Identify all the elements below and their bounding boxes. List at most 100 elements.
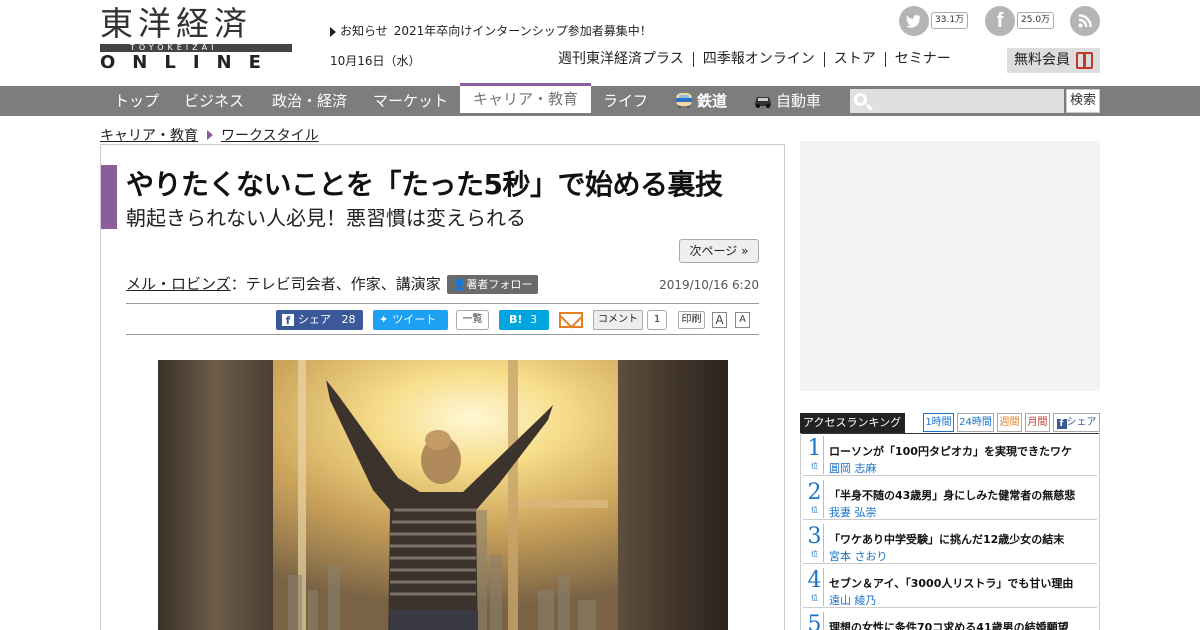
comment-button[interactable]: コメント [593, 310, 643, 330]
search-icon [854, 93, 867, 106]
font-size-small-button[interactable]: A [735, 312, 750, 328]
breadcrumb-career-education[interactable]: キャリア・教育 [100, 128, 198, 144]
logo-romaji: TOYOKEIZAI [130, 43, 218, 52]
nav-business[interactable]: ビジネス [184, 86, 244, 116]
rank-number: 2位 [806, 480, 824, 518]
notice-text[interactable]: 2021年卒向けインターンシップ参加者募集中！ [394, 24, 652, 38]
link-shikiho-online[interactable]: 四季報オンライン [692, 52, 824, 67]
author-follow-label: 著者フォロー [466, 278, 533, 291]
notice-arrow-icon [330, 26, 336, 37]
ranking-item-author[interactable]: 遠山 綾乃 [829, 592, 877, 608]
ranking-header: アクセスランキング 1時間 24時間 週間 月間 f シェア [800, 413, 1100, 433]
nav-career-education[interactable]: キャリア・教育 [460, 83, 592, 113]
facebook-share-button[interactable]: f シェア 28 [276, 310, 363, 330]
ranking-item-title[interactable]: セブン＆アイ、「3000人リストラ」でも甘い理由 [829, 575, 1073, 591]
nav-market[interactable]: マーケット [373, 86, 448, 116]
car-icon [755, 97, 771, 108]
hatena-count: 3 [530, 313, 538, 326]
facebook-icon[interactable]: f [985, 6, 1015, 36]
ranking-item[interactable]: 1位 ローソンが「100円タピオカ」を実現できたワケ 圓岡 志麻 [803, 436, 1097, 476]
article-title: やりたくないことを「たった5秒」で始める裏技 [126, 168, 723, 201]
free-member-button[interactable]: 無料会員 [1007, 48, 1100, 73]
font-size-large-button[interactable]: A [712, 312, 727, 328]
logo-japanese: 東洋経済 [100, 4, 252, 43]
ranking-tab-24hours[interactable]: 24時間 [957, 413, 994, 432]
link-seminar[interactable]: セミナー [884, 52, 960, 67]
rank-suffix: 位 [811, 550, 818, 558]
rss-waves-icon [1078, 14, 1092, 28]
rank-number: 3位 [806, 524, 824, 562]
article-subtitle: 朝起きられない人必見！悪習慣は変えられる [126, 206, 526, 230]
tweet-button[interactable]: ✦ ツイート [373, 310, 448, 330]
ranking-item-author[interactable]: 宮本 さおり [829, 548, 888, 564]
nav-railway[interactable]: 鉄道 [674, 86, 727, 116]
ranking-item-title[interactable]: 「ワケあり中学受験」に挑んだ12歳少女の結末 [829, 531, 1064, 547]
gift-icon [1076, 52, 1093, 69]
nav-politics-economy[interactable]: 政治・経済 [272, 86, 347, 116]
divider [126, 303, 759, 304]
twitter-icon[interactable] [899, 6, 929, 36]
mail-icon[interactable] [559, 312, 583, 328]
ranking-tab-weekly[interactable]: 週間 [997, 413, 1022, 432]
article: やりたくないことを「たった5秒」で始める裏技 朝起きられない人必見！悪習慣は変え… [100, 144, 785, 630]
published-date: 2019/10/16 6:20 [659, 278, 759, 292]
current-date: 10月16日（水） [330, 54, 421, 68]
twitter-follower-count: 33.1万 [931, 12, 969, 29]
author-line: メル・ロビンズ：テレビ司会者、作家、講演家 👤著者フォロー [126, 273, 539, 294]
breadcrumb: キャリア・教育 ワークスタイル [100, 125, 319, 145]
nav-automobile-label: 自動車 [776, 92, 822, 110]
train-icon [676, 93, 692, 108]
author-name[interactable]: メル・ロビンズ [126, 275, 231, 293]
ranking-tab-share[interactable]: f シェア [1053, 413, 1100, 432]
print-button[interactable]: 印刷 [678, 311, 705, 329]
ranking-tab-share-label: シェア [1066, 417, 1097, 428]
nav-automobile[interactable]: 自動車 [753, 86, 821, 116]
hatena-bookmark-button[interactable]: B! 3 [499, 310, 549, 330]
ranking-title: アクセスランキング [800, 413, 905, 433]
site-logo[interactable]: 東洋経済 TOYOKEIZAI ONLINE [100, 4, 292, 73]
ranking-item-title[interactable]: ローソンが「100円タピオカ」を実現できたワケ [829, 443, 1072, 459]
ranking-item[interactable]: 5 理想の女性に条件70コ求める41歳男の結婚願望 [803, 612, 1097, 630]
breadcrumb-work-style[interactable]: ワークスタイル [221, 128, 319, 144]
search-button[interactable]: 検索 [1066, 89, 1100, 113]
person-icon: 👤 [452, 278, 467, 291]
logo-online: ONLINE [100, 52, 278, 73]
nav-top[interactable]: トップ [114, 86, 159, 116]
rank-number-value: 2 [807, 480, 822, 505]
twitter-bird-icon [906, 15, 921, 28]
tweet-list-button[interactable]: 一覧 [456, 310, 489, 330]
divider [126, 334, 759, 335]
search-input[interactable] [850, 89, 1064, 113]
breadcrumb-separator-icon [207, 130, 213, 140]
ranking-item[interactable]: 2位 「半身不随の43歳男」身にしみた健常者の無慈悲 我妻 弘崇 [803, 480, 1097, 520]
ranking-item-title[interactable]: 理想の女性に条件70コ求める41歳男の結婚願望 [829, 619, 1069, 630]
link-weekly-toyokeizai-plus[interactable]: 週刊東洋経済プラス [558, 52, 693, 67]
ranking-tab-monthly[interactable]: 月間 [1025, 413, 1050, 432]
rank-number: 4位 [806, 568, 824, 606]
rank-number: 1位 [806, 436, 824, 474]
ranking-item[interactable]: 3位 「ワケあり中学受験」に挑んだ12歳少女の結末 宮本 さおり [803, 524, 1097, 564]
hatena-icon: B! [509, 313, 523, 326]
next-page-button[interactable]: 次ページ » [679, 239, 759, 263]
nav-life[interactable]: ライフ [603, 86, 648, 116]
nav-railway-label: 鉄道 [697, 92, 728, 110]
ranking-item-author[interactable]: 圓岡 志麻 [829, 460, 877, 476]
rss-icon[interactable] [1070, 6, 1100, 36]
ranking-item-title[interactable]: 「半身不随の43歳男」身にしみた健常者の無慈悲 [829, 487, 1075, 503]
facebook-icon: f [282, 314, 294, 327]
rank-suffix: 位 [811, 506, 818, 514]
rank-number-value: 1 [807, 436, 822, 461]
facebook-f-glyph: f [996, 10, 1004, 32]
tweet-label: ツイート [392, 313, 437, 326]
author-follow-button[interactable]: 👤著者フォロー [446, 275, 539, 294]
facebook-share-label: シェア [298, 313, 331, 326]
free-member-label: 無料会員 [1014, 52, 1070, 68]
article-photo [158, 360, 728, 630]
link-store[interactable]: ストア [823, 52, 885, 67]
ranking-item-author[interactable]: 我妻 弘崇 [829, 504, 877, 520]
notice[interactable]: お知らせ 2021年卒向けインターンシップ参加者募集中！ [330, 22, 652, 39]
ranking-tab-1hour[interactable]: 1時間 [923, 413, 954, 432]
ranking-item[interactable]: 4位 セブン＆アイ、「3000人リストラ」でも甘い理由 遠山 綾乃 [803, 568, 1097, 608]
facebook-icon: f [1056, 419, 1067, 429]
woman-stretching-at-window-image [158, 360, 728, 630]
